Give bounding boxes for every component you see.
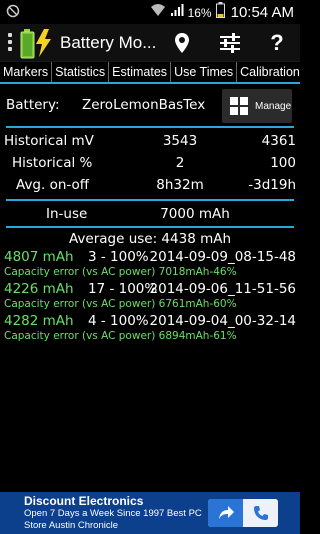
historical-mv-min: 3543 (162, 133, 198, 149)
list-item[interactable]: 4282 mAh 4 - 100% 2014-09-04_00-32-14 (0, 313, 300, 331)
entry-date: 2014-09-04_00-32-14 (149, 313, 296, 329)
avg-on-off-value: 8h32m (156, 177, 204, 193)
historical-pct-label: Historical % (12, 155, 93, 171)
historical-pct-row: Historical % 2 100 (0, 155, 300, 175)
entry-capacity: 4807 mAh (4, 249, 74, 265)
tab-markers[interactable]: Markers (0, 62, 53, 82)
divider (6, 199, 294, 201)
ad-banner[interactable]: Discount Electronics Open 7 Days a Week … (0, 492, 300, 534)
entry-capacity: 4226 mAh (4, 281, 74, 297)
tab-bar: Markers Statistics Estimates Use Times C… (0, 62, 300, 84)
divider (6, 126, 294, 128)
in-use-value: 7000 mAh (160, 206, 230, 222)
tab-calibration[interactable]: Calibration (237, 62, 300, 82)
grid-icon (230, 97, 248, 115)
overflow-menu-icon[interactable] (8, 33, 14, 53)
historical-mv-max: 4361 (261, 133, 296, 149)
tab-statistics[interactable]: Statistics (52, 62, 110, 82)
entry-date: 2014-09-09_08-15-48 (149, 249, 296, 265)
entry-range: 17 - 100% (88, 281, 158, 297)
in-use-label: In-use (46, 206, 88, 222)
entry-range: 4 - 100% (88, 313, 149, 329)
entry-error: Capacity error (vs AC power) 7018mAh-46% (4, 266, 237, 278)
battery-percent: 16% (187, 5, 212, 20)
entry-date: 2014-09-06_11-51-56 (149, 281, 296, 297)
app-title: Battery Mo... (60, 33, 157, 52)
avg-on-off-row: Avg. on-off 8h32m -3d19h (0, 177, 300, 197)
historical-mv-row: Historical mV 3543 4361 (0, 133, 300, 153)
historical-pct-min: 2 (175, 155, 185, 171)
notification-blocked-icon (6, 4, 20, 23)
location-pin-icon[interactable] (167, 28, 197, 58)
divider (6, 226, 294, 228)
entry-range: 3 - 100% (88, 249, 149, 265)
entry-error: Capacity error (vs AC power) 6761mAh-60% (4, 298, 237, 310)
manage-label: Manage (255, 100, 292, 112)
in-use-row: In-use 7000 mAh (0, 206, 300, 226)
share-arrow-icon[interactable] (208, 499, 243, 527)
battery-status-icon (215, 2, 225, 23)
avg-on-off-label: Avg. on-off (16, 177, 90, 193)
ad-actions (208, 499, 278, 527)
settings-sliders-icon[interactable] (215, 28, 245, 58)
list-item[interactable]: 4226 mAh 17 - 100% 2014-09-06_11-51-56 (0, 281, 300, 299)
entry-capacity: 4282 mAh (4, 313, 74, 329)
average-use: Average use: 4438 mAh (68, 231, 232, 247)
tab-use-times[interactable]: Use Times (171, 62, 238, 82)
phone-icon[interactable] (243, 499, 278, 527)
help-icon[interactable]: ? (262, 28, 292, 58)
battery-charging-icon[interactable] (20, 27, 56, 63)
tab-estimates[interactable]: Estimates (109, 62, 172, 82)
ad-text: Open 7 Days a Week Since 1997 Best PC St… (24, 508, 202, 531)
historical-pct-max: 100 (270, 155, 296, 171)
wifi-icon (150, 3, 166, 22)
battery-label: Battery: (6, 97, 60, 113)
action-bar: Battery Mo... ? (0, 24, 300, 62)
list-item[interactable]: 4807 mAh 3 - 100% 2014-09-09_08-15-48 (0, 249, 300, 267)
battery-name[interactable]: ZeroLemonBasTex (82, 97, 205, 113)
ad-title: Discount Electronics (24, 494, 144, 508)
historical-mv-label: Historical mV (4, 133, 94, 149)
entry-error: Capacity error (vs AC power) 6894mAh-61% (4, 330, 237, 342)
status-bar: 16% 10:54 AM (0, 0, 300, 24)
clock: 10:54 AM (230, 4, 294, 21)
signal-icon (170, 3, 184, 22)
avg-on-off-value-2: -3d19h (248, 177, 296, 193)
manage-button[interactable]: Manage (222, 89, 292, 123)
